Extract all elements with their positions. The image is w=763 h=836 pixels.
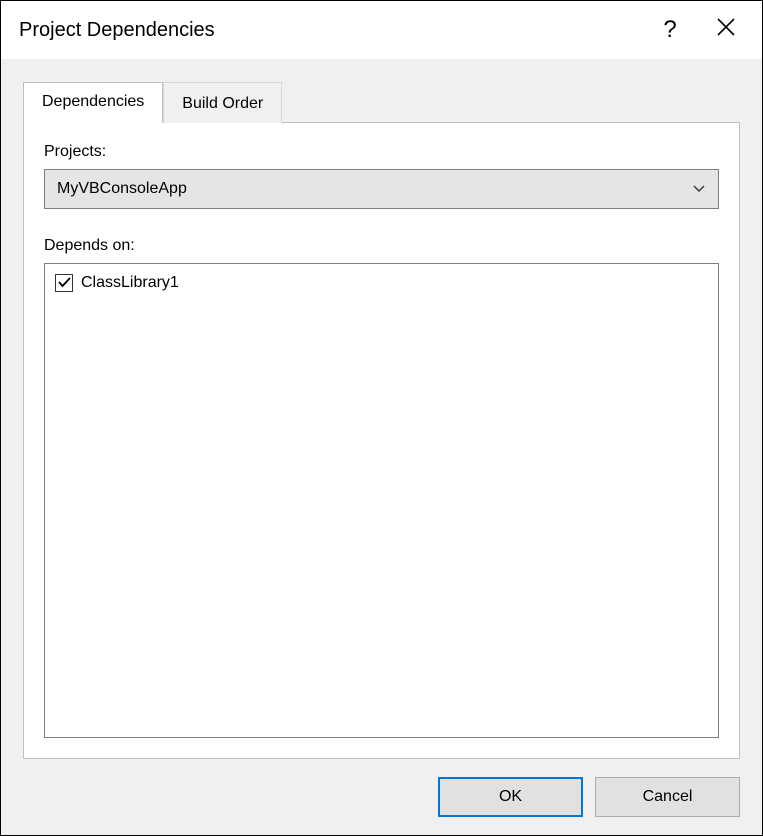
dependency-label: ClassLibrary1 xyxy=(81,274,179,292)
dependency-checkbox[interactable] xyxy=(55,274,73,292)
chevron-down-icon xyxy=(692,181,706,198)
checkmark-icon xyxy=(58,275,71,292)
dialog-body: Dependencies Build Order Projects: MyVBC… xyxy=(1,59,762,835)
tab-content: Projects: MyVBConsoleApp Depends on: Cla… xyxy=(23,122,740,759)
project-dependencies-dialog: Project Dependencies ? Dependencies Buil… xyxy=(0,0,763,836)
depends-on-listbox[interactable]: ClassLibrary1 xyxy=(44,263,719,738)
close-button[interactable] xyxy=(698,6,754,54)
depends-on-label: Depends on: xyxy=(44,237,719,255)
close-icon xyxy=(717,18,735,42)
help-button[interactable]: ? xyxy=(642,6,698,54)
cancel-button[interactable]: Cancel xyxy=(595,777,740,817)
dialog-title: Project Dependencies xyxy=(19,19,642,42)
button-label: Cancel xyxy=(643,788,693,806)
tab-build-order[interactable]: Build Order xyxy=(163,82,282,123)
button-label: OK xyxy=(499,788,522,806)
help-icon: ? xyxy=(663,16,676,44)
projects-label: Projects: xyxy=(44,143,719,161)
list-item: ClassLibrary1 xyxy=(55,272,708,294)
tab-dependencies[interactable]: Dependencies xyxy=(23,82,163,123)
tabs-row: Dependencies Build Order xyxy=(23,81,740,122)
tab-label: Build Order xyxy=(182,95,263,112)
dialog-footer: OK Cancel xyxy=(23,759,740,817)
titlebar: Project Dependencies ? xyxy=(1,1,762,59)
ok-button[interactable]: OK xyxy=(438,777,583,817)
projects-dropdown[interactable]: MyVBConsoleApp xyxy=(44,169,719,209)
tab-label: Dependencies xyxy=(42,93,144,110)
dropdown-selected: MyVBConsoleApp xyxy=(57,180,692,198)
